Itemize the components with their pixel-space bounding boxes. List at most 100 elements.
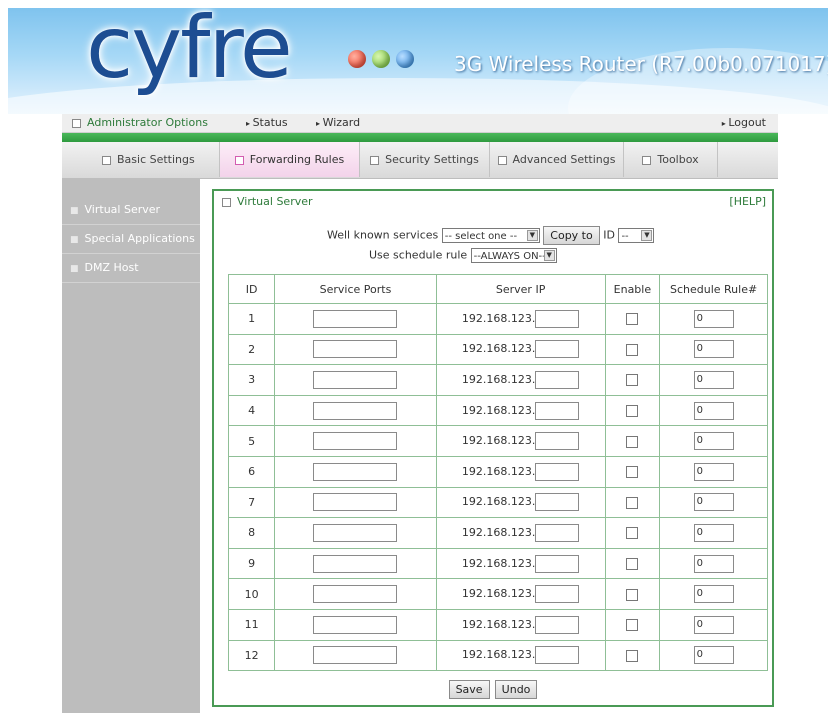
service-ports-input[interactable] (313, 493, 398, 512)
schedule-rule-input[interactable]: 0 (693, 401, 734, 420)
virtual-server-panel: Virtual Server [HELP] Well known service… (212, 189, 774, 707)
schedule-rule-input[interactable]: 0 (693, 309, 734, 328)
ip-prefix: 192.168.123. (461, 464, 536, 478)
service-ports-input[interactable] (313, 554, 398, 573)
sidebar-item-special-applications[interactable]: ■ Special Applications (62, 225, 200, 254)
service-ports-input[interactable] (313, 523, 398, 542)
server-ip-input[interactable] (535, 554, 580, 573)
save-button[interactable]: Save (448, 680, 490, 699)
schedule-rule-input[interactable]: 0 (693, 493, 734, 512)
admin-options-link[interactable]: Administrator Options (72, 116, 208, 129)
enable-cell (604, 364, 661, 396)
service-ports-input[interactable] (313, 615, 398, 634)
ip-prefix: 192.168.123. (461, 342, 536, 356)
copy-to-button[interactable]: Copy to (543, 226, 600, 245)
well-known-label: Well known services (327, 228, 439, 242)
server-ip-input[interactable] (535, 462, 580, 481)
undo-button[interactable]: Undo (494, 680, 538, 699)
service-ports-input[interactable] (313, 370, 398, 389)
tab-advanced-settings[interactable]: Advanced Settings (490, 142, 624, 177)
tab-toolbox[interactable]: Toolbox (624, 142, 718, 177)
service-ports-cell (274, 639, 437, 672)
server-ip-cell: 192.168.123. (435, 455, 606, 488)
logout-link[interactable]: ▸ Logout (722, 116, 766, 129)
schedule-cell: 0 (659, 303, 768, 335)
schedule-rule-input[interactable]: 0 (693, 432, 734, 451)
schedule-rule-select[interactable]: --ALWAYS ON-- ▼ (470, 248, 557, 263)
well-known-services-select[interactable]: -- select one -- ▼ (441, 228, 540, 243)
chevron-down-icon: ▼ (641, 230, 653, 241)
sidebar-item-label: DMZ Host (84, 261, 139, 274)
checkbox-icon (370, 155, 380, 165)
tab-forwarding-rules[interactable]: Forwarding Rules (220, 142, 360, 177)
service-ports-input[interactable] (313, 340, 398, 359)
service-ports-input[interactable] (313, 432, 398, 451)
enable-checkbox[interactable] (626, 374, 639, 387)
tab-label: Basic Settings (117, 153, 195, 166)
enable-checkbox[interactable] (626, 405, 639, 418)
server-ip-input[interactable] (535, 615, 580, 634)
enable-cell (604, 608, 661, 641)
enable-checkbox[interactable] (626, 466, 639, 479)
ip-prefix: 192.168.123. (461, 434, 536, 448)
row-id: 11 (227, 608, 276, 641)
enable-checkbox[interactable] (626, 527, 639, 540)
red-dot-icon (348, 50, 366, 68)
wizard-link[interactable]: ▸ Wizard (316, 116, 360, 129)
chevron-down-icon: ▼ (526, 230, 538, 241)
server-ip-input[interactable] (535, 493, 580, 512)
enable-checkbox[interactable] (626, 588, 639, 601)
row-id: 9 (227, 547, 276, 580)
enable-checkbox[interactable] (626, 343, 639, 356)
sidebar: ■ Virtual Server ■ Special Applications ■ D… (62, 178, 200, 713)
server-ip-cell: 192.168.123. (435, 425, 606, 457)
table-row: 4 192.168.123. 0 (227, 394, 768, 427)
sidebar-item-dmz-host[interactable]: ■ DMZ Host (62, 254, 200, 283)
service-ports-input[interactable] (313, 309, 398, 328)
schedule-rule-input[interactable]: 0 (693, 615, 734, 634)
server-ip-input[interactable] (535, 370, 580, 389)
enable-checkbox[interactable] (626, 619, 639, 632)
server-ip-input[interactable] (535, 585, 580, 604)
server-ip-input[interactable] (535, 432, 580, 451)
server-ip-input[interactable] (535, 523, 580, 542)
ip-prefix: 192.168.123. (461, 587, 536, 601)
service-ports-input[interactable] (313, 646, 398, 665)
schedule-rule-input[interactable]: 0 (693, 585, 734, 604)
help-link[interactable]: [HELP] (729, 195, 766, 208)
service-ports-input[interactable] (313, 585, 398, 604)
schedule-rule-input[interactable]: 0 (693, 646, 734, 665)
enable-checkbox[interactable] (626, 313, 639, 326)
ip-prefix: 192.168.123. (461, 556, 536, 570)
schedule-rule-input[interactable]: 0 (693, 554, 734, 573)
status-link[interactable]: ▸ Status (246, 116, 288, 129)
server-ip-cell: 192.168.123. (435, 547, 606, 580)
tab-security-settings[interactable]: Security Settings (360, 142, 490, 177)
table-row: 1 192.168.123. 0 (227, 303, 768, 335)
server-ip-cell: 192.168.123. (435, 639, 606, 672)
row-id: 1 (227, 303, 276, 335)
table-row: 10 192.168.123. 0 (227, 578, 768, 610)
schedule-rule-input[interactable]: 0 (693, 340, 734, 359)
table-row: 11 192.168.123. 0 (227, 608, 768, 641)
server-ip-input[interactable] (535, 309, 580, 328)
enable-cell (604, 455, 661, 488)
server-ip-input[interactable] (535, 646, 580, 665)
server-ip-input[interactable] (535, 401, 580, 420)
service-ports-input[interactable] (313, 462, 398, 481)
schedule-rule-input[interactable]: 0 (693, 523, 734, 542)
schedule-label: Use schedule rule (369, 248, 468, 262)
tab-basic-settings[interactable]: Basic Settings (62, 142, 220, 177)
service-ports-input[interactable] (313, 401, 398, 420)
enable-checkbox[interactable] (626, 435, 639, 448)
enable-checkbox[interactable] (626, 649, 639, 662)
schedule-rule-input[interactable]: 0 (693, 462, 734, 481)
schedule-rule-input[interactable]: 0 (693, 370, 734, 389)
server-ip-input[interactable] (535, 340, 580, 359)
enable-checkbox[interactable] (626, 558, 639, 571)
enable-checkbox[interactable] (626, 496, 639, 509)
id-select[interactable]: -- ▼ (618, 228, 655, 243)
ip-prefix: 192.168.123. (461, 648, 536, 662)
sidebar-item-virtual-server[interactable]: ■ Virtual Server (62, 196, 200, 225)
